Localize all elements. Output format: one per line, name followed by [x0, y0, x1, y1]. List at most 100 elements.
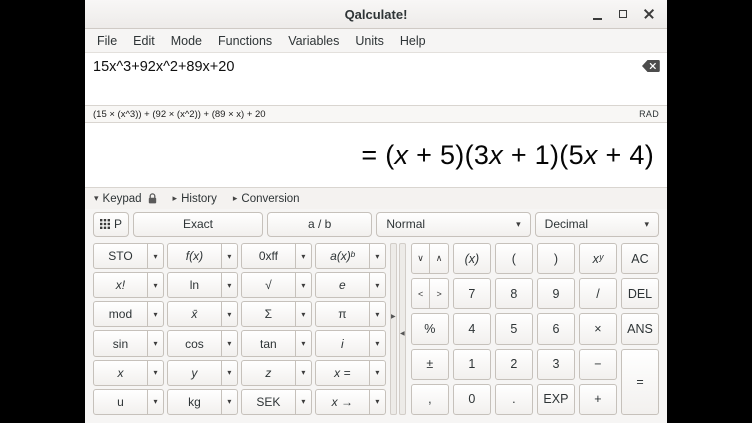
key-pi[interactable]: π: [315, 301, 370, 327]
menu-item-edit[interactable]: Edit: [125, 30, 163, 52]
key-logical-or[interactable]: ∨: [411, 243, 431, 274]
number-base-dropdown[interactable]: Decimal ▾: [535, 212, 659, 237]
key-pi-dropdown[interactable]: ▾: [369, 301, 386, 327]
key-imaginary[interactable]: i: [315, 330, 370, 356]
key-mod[interactable]: mod: [93, 301, 148, 327]
expression-input[interactable]: 15x^3+92x^2+89x+20: [85, 53, 667, 105]
key-digit-1[interactable]: 1: [453, 349, 491, 380]
key-add[interactable]: +: [579, 384, 617, 415]
key-tan-dropdown[interactable]: ▾: [295, 330, 312, 356]
key-hex[interactable]: 0xff: [241, 243, 296, 269]
key-digit-3[interactable]: 3: [537, 349, 575, 380]
key-percent[interactable]: %: [411, 313, 449, 344]
key-solve-dropdown[interactable]: ▾: [369, 360, 386, 386]
key-convert-dropdown[interactable]: ▾: [369, 389, 386, 415]
key-digit-6[interactable]: 6: [537, 313, 575, 344]
keypad-page-button[interactable]: P: [93, 212, 129, 237]
key-digit-2[interactable]: 2: [495, 349, 533, 380]
key-digit-9[interactable]: 9: [537, 278, 575, 309]
key-smart-parentheses[interactable]: (x): [453, 243, 491, 274]
key-factorial[interactable]: x!: [93, 272, 148, 298]
title-bar[interactable]: Qalculate!: [85, 0, 667, 29]
key-digit-0[interactable]: 0: [453, 384, 491, 415]
angle-mode-indicator[interactable]: RAD: [639, 109, 659, 119]
display-mode-dropdown[interactable]: Normal ▾: [376, 212, 530, 237]
close-button[interactable]: [640, 5, 658, 23]
fraction-toggle-button[interactable]: a / b: [267, 212, 372, 237]
exact-toggle-button[interactable]: Exact: [133, 212, 263, 237]
key-imaginary-dropdown[interactable]: ▾: [369, 330, 386, 356]
key-power-function-dropdown[interactable]: ▾: [369, 243, 386, 269]
key-sqrt-dropdown[interactable]: ▾: [295, 272, 312, 298]
key-sin-dropdown[interactable]: ▾: [147, 330, 164, 356]
key-unit-u-dropdown[interactable]: ▾: [147, 389, 164, 415]
menu-item-mode[interactable]: Mode: [163, 30, 210, 52]
key-currency-sek-dropdown[interactable]: ▾: [295, 389, 312, 415]
key-less-than[interactable]: <: [411, 278, 431, 309]
key-mean[interactable]: x̄: [167, 301, 222, 327]
key-e-dropdown[interactable]: ▾: [369, 272, 386, 298]
pane-handle-left[interactable]: ▶: [390, 243, 397, 415]
key-hex-dropdown[interactable]: ▾: [295, 243, 312, 269]
key-left-parenthesis[interactable]: (: [495, 243, 533, 274]
key-sin[interactable]: sin: [93, 330, 148, 356]
key-plus-minus[interactable]: ±: [411, 349, 449, 380]
key-equals[interactable]: =: [621, 349, 659, 415]
key-comma[interactable]: ,: [411, 384, 449, 415]
minimize-button[interactable]: [588, 5, 606, 23]
key-divide[interactable]: /: [579, 278, 617, 309]
key-store[interactable]: STO: [93, 243, 148, 269]
key-function[interactable]: f(x): [167, 243, 222, 269]
key-sqrt[interactable]: √: [241, 272, 296, 298]
key-answer[interactable]: ANS: [621, 313, 659, 344]
key-cos-dropdown[interactable]: ▾: [221, 330, 238, 356]
pane-handle-right[interactable]: ◀: [399, 243, 406, 415]
key-factorial-dropdown[interactable]: ▾: [147, 272, 164, 298]
key-delete[interactable]: DEL: [621, 278, 659, 309]
keypad-expander[interactable]: ▾ Keypad: [94, 193, 157, 205]
key-convert[interactable]: x →: [315, 389, 370, 415]
key-var-y-dropdown[interactable]: ▾: [221, 360, 238, 386]
key-unit-kg[interactable]: kg: [167, 389, 222, 415]
key-power-function[interactable]: a(x)ᵇ: [315, 243, 370, 269]
key-clear-all[interactable]: AC: [621, 243, 659, 274]
menu-item-help[interactable]: Help: [392, 30, 434, 52]
key-cos[interactable]: cos: [167, 330, 222, 356]
key-digit-4[interactable]: 4: [453, 313, 491, 344]
key-var-x-dropdown[interactable]: ▾: [147, 360, 164, 386]
key-currency-sek[interactable]: SEK: [241, 389, 296, 415]
key-greater-than[interactable]: >: [429, 278, 449, 309]
key-store-dropdown[interactable]: ▾: [147, 243, 164, 269]
key-mean-dropdown[interactable]: ▾: [221, 301, 238, 327]
menu-item-variables[interactable]: Variables: [280, 30, 347, 52]
key-digit-5[interactable]: 5: [495, 313, 533, 344]
key-var-y[interactable]: y: [167, 360, 222, 386]
menu-item-units[interactable]: Units: [347, 30, 391, 52]
key-sum[interactable]: Σ: [241, 301, 296, 327]
key-tan[interactable]: tan: [241, 330, 296, 356]
key-digit-8[interactable]: 8: [495, 278, 533, 309]
key-ln-dropdown[interactable]: ▾: [221, 272, 238, 298]
menu-item-functions[interactable]: Functions: [210, 30, 280, 52]
maximize-button[interactable]: [614, 5, 632, 23]
key-sum-dropdown[interactable]: ▾: [295, 301, 312, 327]
key-var-x[interactable]: x: [93, 360, 148, 386]
key-var-z[interactable]: z: [241, 360, 296, 386]
key-function-dropdown[interactable]: ▾: [221, 243, 238, 269]
key-right-parenthesis[interactable]: ): [537, 243, 575, 274]
key-multiply[interactable]: ×: [579, 313, 617, 344]
key-solve[interactable]: x =: [315, 360, 370, 386]
key-exponent[interactable]: EXP: [537, 384, 575, 415]
key-logical-and[interactable]: ∧: [429, 243, 449, 274]
key-ln[interactable]: ln: [167, 272, 222, 298]
key-decimal-point[interactable]: .: [495, 384, 533, 415]
key-digit-7[interactable]: 7: [453, 278, 491, 309]
key-raise[interactable]: xʸ: [579, 243, 617, 274]
history-expander[interactable]: ▸ History: [173, 193, 217, 205]
conversion-expander[interactable]: ▸ Conversion: [233, 193, 300, 205]
key-subtract[interactable]: −: [579, 349, 617, 380]
key-var-z-dropdown[interactable]: ▾: [295, 360, 312, 386]
clear-expression-button[interactable]: [642, 60, 660, 72]
key-mod-dropdown[interactable]: ▾: [147, 301, 164, 327]
menu-item-file[interactable]: File: [89, 30, 125, 52]
